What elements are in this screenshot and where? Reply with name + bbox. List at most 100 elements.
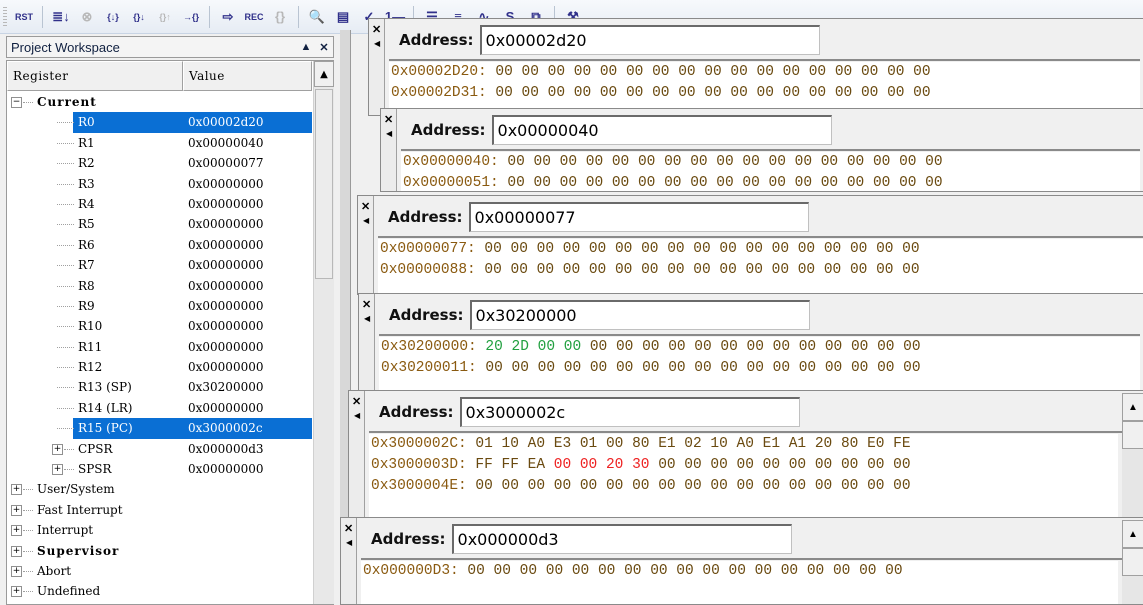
memory-byte[interactable]: 00 — [642, 339, 659, 355]
memory-byte[interactable]: 00 — [747, 339, 764, 355]
memory-byte[interactable]: 00 — [807, 563, 824, 579]
memory-byte[interactable]: 00 — [495, 64, 512, 80]
memory-byte[interactable]: 00 — [467, 563, 484, 579]
memory-byte[interactable]: 00 — [847, 175, 864, 191]
memory-byte[interactable]: 00 — [580, 457, 597, 473]
memory-dump[interactable]: 0x3000002C: 01 10 A0 E3 01 00 80 E1 02 1… — [369, 434, 1118, 518]
memory-byte[interactable]: 00 — [757, 85, 774, 101]
memory-byte[interactable]: 00 — [615, 241, 632, 257]
register-row[interactable]: R2 0x00000077 — [7, 153, 312, 173]
register-row[interactable]: R14 (LR) 0x00000000 — [7, 398, 312, 418]
memory-byte[interactable]: 00 — [507, 175, 524, 191]
show-next-statement-button[interactable]: ⇨ — [217, 6, 239, 28]
memory-byte[interactable]: 00 — [606, 436, 623, 452]
memory-byte[interactable]: 00 — [600, 85, 617, 101]
memory-byte[interactable]: 00 — [773, 360, 790, 376]
memory-byte[interactable]: 00 — [600, 64, 617, 80]
register-row[interactable]: R6 0x00000000 — [7, 235, 312, 255]
memory-byte[interactable]: 00 — [763, 478, 780, 494]
memory-byte[interactable]: E1 — [763, 436, 780, 452]
memory-byte[interactable]: 00 — [560, 154, 577, 170]
register-value[interactable]: 0x00000000 — [188, 214, 263, 234]
memory-byte[interactable]: 00 — [642, 360, 659, 376]
memory-byte[interactable]: 80 — [632, 436, 649, 452]
register-row[interactable]: + Fast Interrupt — [7, 500, 312, 520]
memory-byte[interactable]: 00 — [719, 262, 736, 278]
memory-byte[interactable]: 00 — [494, 563, 511, 579]
memory-byte[interactable]: 00 — [511, 262, 528, 278]
memory-byte[interactable]: 00 — [903, 339, 920, 355]
expand-icon[interactable]: + — [52, 443, 63, 455]
memory-byte[interactable]: 00 — [899, 175, 916, 191]
memory-byte[interactable]: 00 — [652, 85, 669, 101]
memory-byte[interactable]: 00 — [876, 262, 893, 278]
register-row[interactable]: + User/System — [7, 479, 312, 499]
stop-button[interactable]: ⊗ — [76, 6, 98, 28]
address-input[interactable]: 0x00000077 — [468, 202, 809, 232]
memory-byte[interactable]: 00 — [729, 563, 746, 579]
memory-byte[interactable]: 00 — [638, 175, 655, 191]
close-icon[interactable]: ✕ — [362, 298, 371, 311]
memory-byte[interactable]: 00 — [652, 64, 669, 80]
memory-byte[interactable]: 00 — [615, 262, 632, 278]
memory-byte[interactable]: 00 — [851, 339, 868, 355]
memory-byte[interactable]: 00 — [684, 457, 701, 473]
register-value[interactable]: 0x30200000 — [188, 377, 263, 397]
memory-byte[interactable]: 00 — [815, 478, 832, 494]
close-icon[interactable]: ✕ — [344, 522, 353, 535]
memory-byte[interactable]: 00 — [885, 563, 902, 579]
scroll-up-icon[interactable]: ▲ — [1122, 520, 1143, 548]
memory-byte[interactable]: 00 — [783, 85, 800, 101]
register-value[interactable]: 0x00000000 — [188, 255, 263, 275]
memory-byte[interactable]: 00 — [850, 241, 867, 257]
memory-byte[interactable]: 00 — [548, 85, 565, 101]
register-row[interactable]: − Current — [7, 92, 312, 112]
memory-byte[interactable]: 00 — [859, 563, 876, 579]
memory-byte[interactable]: 00 — [825, 339, 842, 355]
expand-icon[interactable]: + — [52, 464, 63, 476]
memory-byte[interactable]: 00 — [589, 262, 606, 278]
register-value[interactable]: 0x00000000 — [188, 459, 263, 479]
address-input[interactable]: 0x000000d3 — [451, 524, 792, 554]
memory-byte[interactable]: 00 — [548, 64, 565, 80]
memory-byte[interactable]: 00 — [742, 154, 759, 170]
close-icon[interactable]: ✕ — [361, 200, 370, 213]
vertical-scrollbar[interactable]: ▲ — [1122, 520, 1143, 604]
memory-byte[interactable]: 00 — [877, 339, 894, 355]
memory-byte[interactable]: 00 — [824, 241, 841, 257]
memory-byte[interactable]: 00 — [537, 241, 554, 257]
trace-button[interactable]: {} — [269, 6, 291, 28]
memory-byte[interactable]: 00 — [720, 339, 737, 355]
memory-byte[interactable]: 00 — [799, 339, 816, 355]
collapse-arrow-icon[interactable]: ◀ — [386, 129, 392, 138]
register-value[interactable]: 0x00000000 — [188, 296, 263, 316]
memory-byte[interactable]: 00 — [658, 478, 675, 494]
memory-byte[interactable]: 00 — [913, 64, 930, 80]
memory-byte[interactable]: 30 — [632, 457, 649, 473]
memory-byte[interactable]: 00 — [511, 241, 528, 257]
memory-byte[interactable]: 00 — [589, 241, 606, 257]
memory-byte[interactable]: 00 — [710, 457, 727, 473]
memory-byte[interactable]: 00 — [809, 85, 826, 101]
expand-icon[interactable]: + — [11, 565, 22, 577]
memory-byte[interactable]: 00 — [664, 154, 681, 170]
register-value[interactable]: 0x00000000 — [188, 398, 263, 418]
register-row[interactable]: R4 0x00000000 — [7, 194, 312, 214]
memory-byte[interactable]: 00 — [704, 85, 721, 101]
memory-byte[interactable]: 00 — [690, 175, 707, 191]
memory-byte[interactable]: 00 — [902, 241, 919, 257]
vertical-scrollbar[interactable]: ▲ — [313, 61, 334, 604]
memory-byte[interactable]: 00 — [676, 563, 693, 579]
register-row[interactable]: R8 0x00000000 — [7, 276, 312, 296]
memory-byte[interactable]: 00 — [520, 563, 537, 579]
memory-byte[interactable]: 00 — [560, 175, 577, 191]
register-row[interactable]: + SPSR 0x00000000 — [7, 459, 312, 479]
address-input[interactable]: 0x00002d20 — [479, 25, 820, 55]
memory-byte[interactable]: 00 — [873, 154, 890, 170]
toolbar-grip[interactable] — [3, 6, 7, 27]
memory-byte[interactable]: 00 — [638, 154, 655, 170]
memory-byte[interactable]: 00 — [772, 262, 789, 278]
memory-byte[interactable]: 01 — [580, 436, 597, 452]
memory-byte[interactable]: 00 — [537, 262, 554, 278]
register-value[interactable]: 0x00000000 — [188, 337, 263, 357]
